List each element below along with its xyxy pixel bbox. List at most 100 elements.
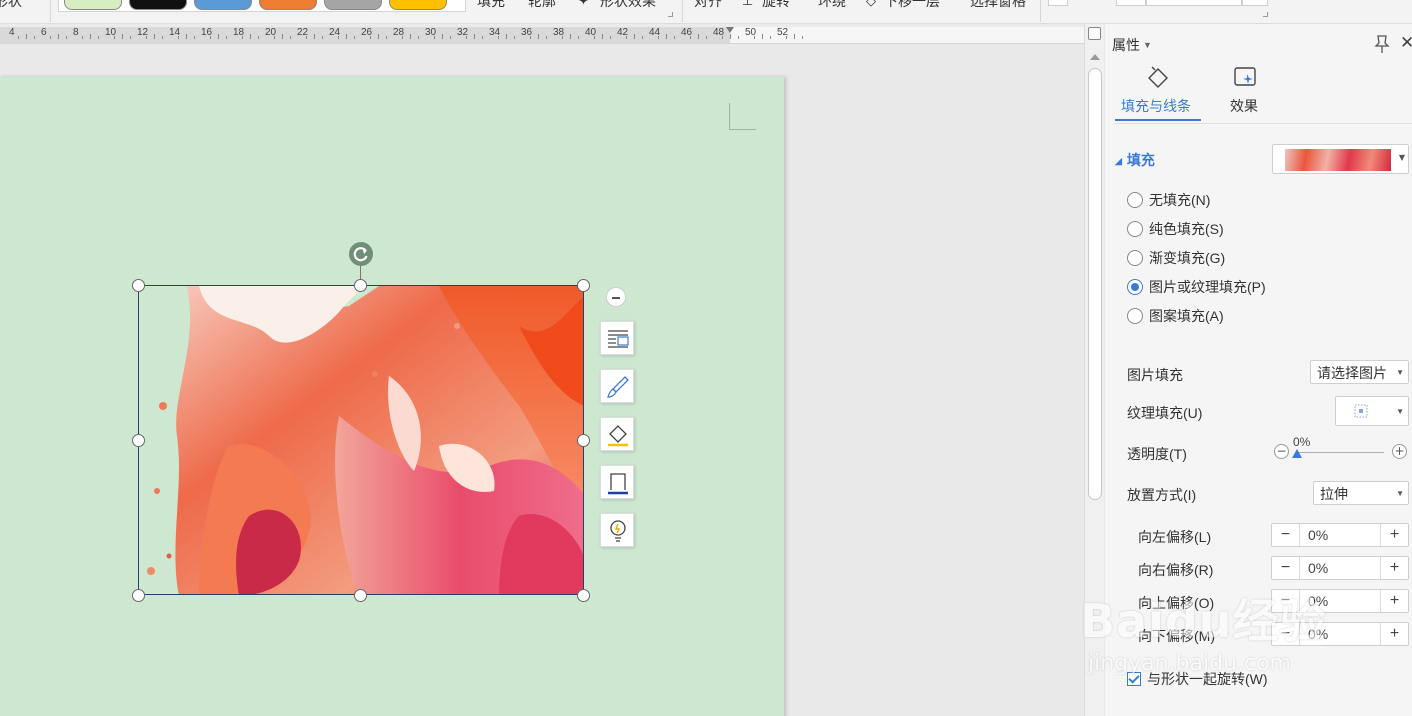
dialog-launcher-icon[interactable] [668, 12, 673, 17]
ruler-tick [322, 36, 323, 39]
height-field[interactable] [1116, 0, 1146, 6]
size-dialog-launcher-icon[interactable] [1263, 12, 1268, 17]
increment-button[interactable]: + [1380, 557, 1408, 579]
effect-icon[interactable] [1232, 64, 1258, 90]
watermark-url: jingyan.baidu.com [1088, 651, 1292, 676]
split-pane-icon[interactable] [1088, 27, 1101, 40]
resize-handle-left[interactable] [132, 434, 145, 447]
ruler-tick [762, 34, 763, 39]
border-button[interactable] [600, 465, 634, 499]
ruler-tick [434, 36, 435, 39]
decrement-button[interactable]: − [1272, 557, 1300, 579]
resize-handle-top[interactable] [354, 279, 367, 292]
move-down-button[interactable]: 下移一层 [884, 0, 940, 11]
smart-tip-button[interactable] [600, 513, 634, 547]
ruler-tick [498, 36, 499, 39]
shape-effect-button[interactable]: 形状效果 [600, 0, 656, 11]
selected-picture[interactable] [138, 285, 584, 595]
style-swatch-gray[interactable] [324, 0, 382, 10]
offset-right-spinner[interactable]: − 0% + [1271, 556, 1409, 580]
selection-pane-button[interactable]: 选择窗格 [970, 0, 1026, 11]
fill-bucket-button[interactable] [600, 417, 634, 451]
shape-button[interactable]: 形状 [0, 0, 22, 11]
collapse-toolbar-button[interactable] [606, 287, 626, 307]
radio-solid-fill[interactable]: 纯色填充(S) [1127, 219, 1224, 239]
resize-handle-top-left[interactable] [132, 279, 145, 292]
chevron-down-icon: ▼ [1396, 368, 1404, 377]
radio-picture-texture-fill[interactable]: 图片或纹理填充(P) [1127, 277, 1266, 297]
ruler-tick [306, 36, 307, 39]
size-icon[interactable] [1048, 0, 1068, 6]
ruler-tick [474, 34, 475, 39]
ruler-tick [226, 36, 227, 39]
scroll-thumb[interactable] [1088, 68, 1102, 500]
decrement-button[interactable]: − [1272, 524, 1300, 546]
radio-button[interactable] [1127, 221, 1143, 237]
align-button[interactable]: 对齐 [694, 0, 722, 11]
ruler-tick [546, 36, 547, 39]
brush-button[interactable] [600, 369, 634, 403]
ruler-tick [602, 34, 603, 39]
radio-button[interactable] [1127, 192, 1143, 208]
increment-button[interactable]: + [1380, 590, 1408, 612]
transparency-decrease-button[interactable]: − [1274, 444, 1289, 459]
outline-button[interactable]: 轮廓 [528, 0, 556, 11]
wrap-button[interactable]: 环绕 [818, 0, 846, 11]
resize-handle-top-right[interactable] [577, 279, 590, 292]
tab-fill-and-line[interactable]: 填充与线条 [1121, 96, 1191, 116]
resize-handle-bottom-left[interactable] [132, 589, 145, 602]
fill-button[interactable]: 填充 [477, 0, 505, 11]
scroll-up-icon[interactable] [1090, 54, 1100, 60]
ruler-tick [634, 34, 635, 39]
resize-handle-right[interactable] [577, 434, 590, 447]
ruler-tick [666, 34, 667, 39]
increment-button[interactable]: + [1380, 524, 1408, 546]
page-margin-corner [729, 103, 756, 130]
ruler-tick [562, 36, 563, 39]
texture-fill-dropdown[interactable]: ▼ [1335, 396, 1409, 426]
picture-fill-dropdown[interactable]: 请选择图片 ▼ [1310, 360, 1409, 384]
ruler-tick-label: 4 [9, 27, 15, 38]
resize-handle-bottom-right[interactable] [577, 589, 590, 602]
ruler-tick-label: 8 [73, 27, 79, 38]
fill-line-icon[interactable] [1145, 64, 1171, 90]
rotate-handle[interactable] [349, 242, 373, 266]
resize-handle-bottom[interactable] [354, 589, 367, 602]
rotate-icon: ⊥ [742, 0, 754, 9]
style-swatch-black[interactable] [129, 0, 187, 10]
pin-icon[interactable] [1373, 34, 1391, 54]
close-icon[interactable]: ✕ [1400, 33, 1412, 53]
size-spin[interactable] [1242, 0, 1268, 6]
toolbar-divider [682, 0, 683, 22]
ruler-tick [282, 34, 283, 39]
offset-left-spinner[interactable]: − 0% + [1271, 523, 1409, 547]
fill-preview-dropdown[interactable]: ▼ [1272, 144, 1409, 174]
rotate-button[interactable]: 旋转 [762, 0, 790, 11]
radio-button[interactable] [1127, 250, 1143, 266]
offset-left-value[interactable]: 0% [1308, 527, 1328, 543]
style-swatch-orange[interactable] [259, 0, 317, 10]
radio-button[interactable] [1127, 308, 1143, 324]
radio-no-fill[interactable]: 无填充(N) [1127, 190, 1210, 210]
tab-effects[interactable]: 效果 [1230, 96, 1258, 116]
radio-button[interactable] [1127, 279, 1143, 295]
layout-options-button[interactable] [600, 321, 634, 355]
radio-pattern-fill[interactable]: 图案填充(A) [1127, 306, 1224, 326]
style-swatch-green[interactable] [64, 0, 122, 10]
style-swatch-yellow[interactable] [389, 0, 447, 10]
picture-fill-value: 请选择图片 [1317, 365, 1387, 381]
offset-right-value[interactable]: 0% [1308, 560, 1328, 576]
transparency-slider-track[interactable] [1298, 452, 1384, 453]
increment-button[interactable]: + [1380, 623, 1408, 645]
width-field[interactable] [1146, 0, 1242, 6]
ruler-tick [514, 36, 515, 39]
ruler-tick [250, 34, 251, 39]
fill-section-header[interactable]: ◢ 填充 [1115, 150, 1155, 170]
style-swatch-blue[interactable] [194, 0, 252, 10]
transparency-increase-button[interactable]: + [1392, 444, 1407, 459]
panel-title[interactable]: 属性 ▼ [1112, 35, 1152, 55]
placement-dropdown[interactable]: 拉伸 ▼ [1313, 481, 1409, 505]
transparency-slider-thumb[interactable] [1292, 449, 1302, 458]
ruler-tick [26, 34, 27, 39]
radio-gradient-fill[interactable]: 渐变填充(G) [1127, 248, 1225, 268]
